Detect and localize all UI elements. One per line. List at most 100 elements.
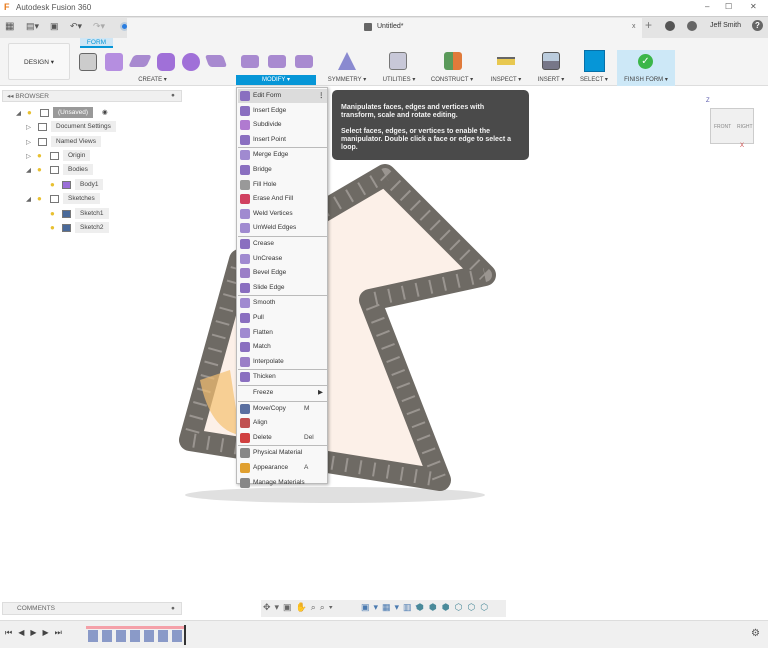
insert-menu[interactable]: INSERT ▾ [533,76,569,83]
workspace-switcher[interactable]: DESIGN ▾ [8,43,70,80]
browser-item[interactable]: ◢ ● (Unsaved) ◉ [16,107,136,120]
menu-item-weld-vertices[interactable]: Weld Vertices [238,207,327,221]
menu-item-align[interactable]: Align [238,416,327,430]
insert-edge-icon[interactable] [268,55,286,68]
menu-item-freeze[interactable]: Freeze ▶ [238,386,327,400]
menu-item-pull[interactable]: Pull [238,311,327,325]
file-icon[interactable]: ▤▾ [26,21,39,32]
visibility-bulb-icon[interactable]: ● [37,165,42,174]
browser-item[interactable]: ● Sketch2 [42,222,162,235]
utilities-icon[interactable] [389,52,407,70]
menu-item-insert-edge[interactable]: Insert Edge [238,104,327,118]
close-window-button[interactable]: ✕ [750,2,757,11]
symmetry-icon[interactable] [338,52,356,70]
redo-icon[interactable]: ↷▾ [93,21,105,32]
menu-item-merge-edge[interactable]: Merge Edge [238,148,327,162]
last-button[interactable]: ⏭ [55,628,62,637]
menu-item-physical-material[interactable]: Physical Material [238,446,327,460]
play-button[interactable]: ▶ [30,628,36,637]
previous-button[interactable]: ◀ [18,628,24,637]
insert-image-icon[interactable] [542,52,560,70]
sphere-icon[interactable] [182,53,200,71]
menu-item-match[interactable]: Match [238,340,327,354]
subdivide-icon[interactable] [295,55,313,68]
next-button[interactable]: ▶ [43,628,49,637]
menu-item-edit-form[interactable]: Edit Form ⋮ [238,89,327,103]
menu-item-thicken[interactable]: Thicken [238,370,327,384]
collapsed-arrow-icon[interactable]: ▷ [26,138,31,146]
form-body-model[interactable] [170,150,500,510]
finish-form-button[interactable]: ✓ FINISH FORM ▾ [617,50,675,86]
menu-item-slide-edge[interactable]: Slide Edge [238,281,327,295]
menu-item-fill-hole[interactable]: Fill Hole [238,178,327,192]
construct-plane-icon[interactable] [444,52,462,70]
menu-item-bevel-edge[interactable]: Bevel Edge [238,266,327,280]
construct-menu[interactable]: CONSTRUCT ▾ [426,76,478,83]
symmetry-menu[interactable]: SYMMETRY ▾ [322,76,372,83]
comments-panel[interactable]: COMMENTS ● [2,602,182,615]
menu-item-interpolate[interactable]: Interpolate [238,355,327,369]
menu-item-appearance[interactable]: Appearance A [238,461,327,475]
menu-item-smooth[interactable]: Smooth [238,296,327,310]
menu-item-insert-point[interactable]: Insert Point [238,133,327,147]
browser-item[interactable]: ◢ ● Bodies [26,164,146,177]
pin-icon[interactable]: ● [171,92,175,99]
collapsed-arrow-icon[interactable]: ▷ [26,152,31,160]
menu-item-crease[interactable]: Crease [238,237,327,251]
visibility-bulb-icon[interactable]: ● [37,194,42,203]
display-settings-icons[interactable]: ▣▾▦▾▥▾ [361,602,424,613]
view-cube-right[interactable]: RIGHT [737,124,753,130]
visibility-bulb-icon[interactable]: ● [37,151,42,160]
visibility-bulb-icon[interactable]: ● [50,180,55,189]
browser-item[interactable]: ● Body1 [42,179,162,192]
expanded-arrow-icon[interactable]: ◢ [26,195,31,203]
select-icon[interactable] [584,50,605,72]
activate-radio-icon[interactable]: ◉ [102,108,108,116]
utilities-menu[interactable]: UTILITIES ▾ [378,76,420,83]
timeline-marker[interactable] [184,625,186,645]
expanded-arrow-icon[interactable]: ◢ [16,109,21,117]
view-cube-front[interactable]: FRONT [714,124,731,130]
menu-item-manage-materials[interactable]: Manage Materials [238,476,327,490]
modify-menu[interactable]: MODIFY ▾ [236,75,316,85]
inspect-menu[interactable]: INSPECT ▾ [486,76,526,83]
maximize-button[interactable]: ☐ [725,2,732,11]
select-menu[interactable]: SELECT ▾ [576,76,612,83]
visibility-bulb-icon[interactable]: ● [27,108,32,117]
create-sketch-icon[interactable] [79,53,97,71]
undo-icon[interactable]: ↶▾ [70,21,82,32]
browser-item[interactable]: ● Sketch1 [42,208,162,221]
measure-icon[interactable] [497,57,515,65]
comments-pin-icon[interactable]: ● [171,605,175,612]
view-cube[interactable]: FRONT RIGHT [710,108,754,144]
apps-grid-icon[interactable]: ▦ [5,21,14,32]
first-button[interactable]: ⏮ [5,628,12,637]
edit-form-icon[interactable] [241,55,259,68]
save-icon[interactable]: ▣ [50,21,59,32]
menu-item-delete[interactable]: Delete Del [238,431,327,445]
close-tab-button[interactable]: x [632,23,636,30]
box-icon[interactable] [105,53,123,71]
create-menu[interactable]: CREATE ▾ [80,76,225,83]
orbit-pan-zoom-icons[interactable]: ✥▾▣✋⌕⌕▾ [263,602,337,613]
visual-style-icons[interactable]: ⬢⬢⬢⬡⬡⬡ [416,602,493,613]
more-options-icon[interactable]: ⋮ [318,89,325,103]
new-tab-icon[interactable]: + [645,18,652,32]
menu-item-move-copy[interactable]: Move/Copy M [238,402,327,416]
expanded-arrow-icon[interactable]: ◢ [26,166,31,174]
clock-icon[interactable] [687,21,697,31]
visibility-bulb-icon[interactable]: ● [50,223,55,232]
help-icon[interactable]: ? [752,20,763,31]
visibility-bulb-icon[interactable]: ● [50,209,55,218]
document-tab[interactable]: Untitled* x [127,18,642,38]
menu-item-subdivide[interactable]: Subdivide [238,118,327,132]
menu-item-erase-and-fill[interactable]: Erase And Fill [238,192,327,206]
settings-gear-icon[interactable]: ⚙ [751,628,760,639]
quadball-icon[interactable] [204,55,228,67]
browser-item[interactable]: ▷ Document Settings [26,121,146,134]
menu-item-unweld-edges[interactable]: UnWeld Edges [238,221,327,235]
user-name[interactable]: Jeff Smith [710,22,741,29]
menu-item-uncrease[interactable]: UnCrease [238,252,327,266]
minimize-button[interactable]: – [705,2,709,11]
tab-form[interactable]: FORM [80,38,113,48]
